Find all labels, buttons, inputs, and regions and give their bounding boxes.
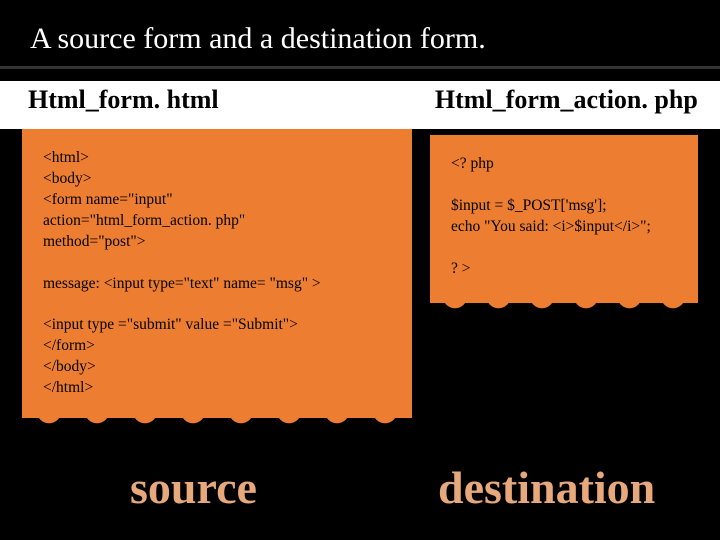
left-column-heading: Html_form. html [22,81,411,129]
destination-code-box: <? php $input = $_POST['msg']; echo "You… [430,135,698,303]
source-code: <html> <body> <form name="input" action=… [43,148,391,399]
destination-label: destination [438,461,655,514]
slide-title: A source form and a destination form. [0,0,720,64]
right-column-heading: Html_form_action. php [429,81,698,129]
source-code-box: <html> <body> <form name="input" action=… [22,129,412,418]
divider [0,66,720,69]
source-label: source [130,461,257,514]
destination-code: <? php $input = $_POST['msg']; echo "You… [451,154,677,280]
